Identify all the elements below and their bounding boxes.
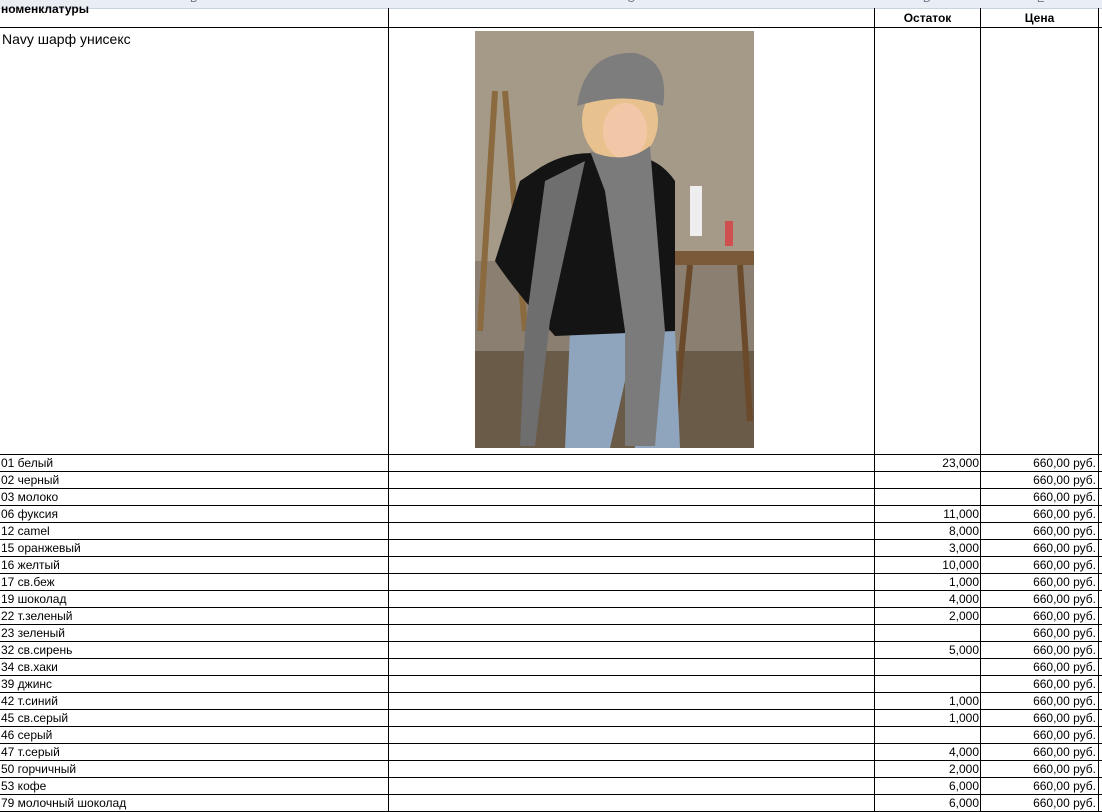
variant-name[interactable]: 02 черный xyxy=(1,472,59,489)
table-row[interactable]: 45 св.серый 1,000 660,00 руб. xyxy=(0,710,1102,727)
variant-name[interactable]: 46 серый xyxy=(1,727,52,744)
variant-name[interactable]: 16 желтый xyxy=(1,557,60,574)
variant-price[interactable]: 660,00 руб. xyxy=(981,710,1096,727)
variant-stock[interactable]: 2,000 xyxy=(875,761,979,778)
column-letter-d[interactable]: D xyxy=(923,0,931,5)
variant-name[interactable]: 15 оранжевый xyxy=(1,540,81,557)
table-row[interactable]: 03 молоко 660,00 руб. xyxy=(0,489,1102,506)
table-row[interactable]: 17 св.беж 1,000 660,00 руб. xyxy=(0,574,1102,591)
variant-name[interactable]: 53 кофе xyxy=(1,778,46,795)
variant-price[interactable]: 660,00 руб. xyxy=(981,778,1096,795)
spreadsheet: B C D E номенклатуры Остаток Цена Navy ш… xyxy=(0,0,1102,812)
variant-name[interactable]: 01 белый xyxy=(1,455,53,472)
product-name[interactable]: Navy шарф унисекс xyxy=(2,31,131,47)
table-row[interactable]: 79 молочный шоколад 6,000 660,00 руб. xyxy=(0,795,1102,812)
variant-stock[interactable]: 23,000 xyxy=(875,455,979,472)
variant-stock[interactable]: 6,000 xyxy=(875,795,979,812)
variant-stock[interactable]: 6,000 xyxy=(875,778,979,795)
variant-name[interactable]: 06 фуксия xyxy=(1,506,58,523)
table-row[interactable]: 53 кофе 6,000 660,00 руб. xyxy=(0,778,1102,795)
variant-stock[interactable]: 3,000 xyxy=(875,540,979,557)
variant-price[interactable]: 660,00 руб. xyxy=(981,727,1096,744)
variant-price[interactable]: 660,00 руб. xyxy=(981,455,1096,472)
variant-stock[interactable]: 1,000 xyxy=(875,710,979,727)
table-row[interactable]: 22 т.зеленый 2,000 660,00 руб. xyxy=(0,608,1102,625)
table-row[interactable]: 01 белый 23,000 660,00 руб. xyxy=(0,455,1102,472)
column-letter-b[interactable]: B xyxy=(190,0,197,5)
variant-price[interactable]: 660,00 руб. xyxy=(981,591,1096,608)
table-row[interactable]: 34 св.хаки 660,00 руб. xyxy=(0,659,1102,676)
variant-stock[interactable]: 1,000 xyxy=(875,574,979,591)
variant-price[interactable]: 660,00 руб. xyxy=(981,557,1096,574)
variant-stock[interactable]: 8,000 xyxy=(875,523,979,540)
variant-name[interactable]: 23 зеленый xyxy=(1,625,65,642)
variant-stock[interactable]: 4,000 xyxy=(875,591,979,608)
table-row[interactable]: 15 оранжевый 3,000 660,00 руб. xyxy=(0,540,1102,557)
variant-stock[interactable]: 4,000 xyxy=(875,744,979,761)
variant-stock[interactable]: 2,000 xyxy=(875,608,979,625)
variant-stock[interactable]: 10,000 xyxy=(875,557,979,574)
header-nomenclature[interactable]: номенклатуры xyxy=(1,2,89,16)
variant-name[interactable]: 34 св.хаки xyxy=(1,659,58,676)
table-row[interactable]: 42 т.синий 1,000 660,00 руб. xyxy=(0,693,1102,710)
variant-price[interactable]: 660,00 руб. xyxy=(981,761,1096,778)
variant-name[interactable]: 79 молочный шоколад xyxy=(1,795,126,812)
variant-price[interactable]: 660,00 руб. xyxy=(981,540,1096,557)
grid-hline xyxy=(0,27,1102,28)
variant-name[interactable]: 39 джинс xyxy=(1,676,52,693)
table-row[interactable]: 12 camel 8,000 660,00 руб. xyxy=(0,523,1102,540)
variant-name[interactable]: 17 св.беж xyxy=(1,574,55,591)
variant-price[interactable]: 660,00 руб. xyxy=(981,659,1096,676)
variant-price[interactable]: 660,00 руб. xyxy=(981,489,1096,506)
variant-name[interactable]: 42 т.синий xyxy=(1,693,58,710)
variant-name[interactable]: 22 т.зеленый xyxy=(1,608,72,625)
variant-name[interactable]: 45 св.серый xyxy=(1,710,68,727)
column-header-strip[interactable]: B C D E xyxy=(0,0,1102,9)
table-row[interactable]: 02 черный 660,00 руб. xyxy=(0,472,1102,489)
column-letter-e[interactable]: E xyxy=(1037,0,1044,5)
variant-name[interactable]: 50 горчичный xyxy=(1,761,76,778)
variant-stock[interactable]: 11,000 xyxy=(875,506,979,523)
header-stock[interactable]: Остаток xyxy=(875,11,980,25)
variant-name[interactable]: 47 т.серый xyxy=(1,744,60,761)
table-row[interactable]: 19 шоколад 4,000 660,00 руб. xyxy=(0,591,1102,608)
table-row[interactable]: 23 зеленый 660,00 руб. xyxy=(0,625,1102,642)
table-row[interactable]: 46 серый 660,00 руб. xyxy=(0,727,1102,744)
variant-price[interactable]: 660,00 руб. xyxy=(981,693,1096,710)
scarf-photo-image xyxy=(475,31,754,448)
variant-price[interactable]: 660,00 руб. xyxy=(981,608,1096,625)
table-row[interactable]: 32 св.сирень 5,000 660,00 руб. xyxy=(0,642,1102,659)
table-row[interactable]: 47 т.серый 4,000 660,00 руб. xyxy=(0,744,1102,761)
variant-price[interactable]: 660,00 руб. xyxy=(981,744,1096,761)
table-row[interactable]: 50 горчичный 2,000 660,00 руб. xyxy=(0,761,1102,778)
variant-stock[interactable]: 1,000 xyxy=(875,693,979,710)
variant-price[interactable]: 660,00 руб. xyxy=(981,472,1096,489)
variant-price[interactable]: 660,00 руб. xyxy=(981,795,1096,812)
variant-price[interactable]: 660,00 руб. xyxy=(981,625,1096,642)
header-price[interactable]: Цена xyxy=(981,11,1098,25)
product-photo[interactable] xyxy=(475,31,754,448)
variant-price[interactable]: 660,00 руб. xyxy=(981,506,1096,523)
column-letter-c[interactable]: C xyxy=(627,0,635,5)
variant-price[interactable]: 660,00 руб. xyxy=(981,676,1096,693)
variant-name[interactable]: 03 молоко xyxy=(1,489,58,506)
variant-stock[interactable]: 5,000 xyxy=(875,642,979,659)
variant-name[interactable]: 32 св.сирень xyxy=(1,642,72,659)
variant-name[interactable]: 12 camel xyxy=(1,523,50,540)
variant-name[interactable]: 19 шоколад xyxy=(1,591,66,608)
variant-price[interactable]: 660,00 руб. xyxy=(981,574,1096,591)
table-row[interactable]: 39 джинс 660,00 руб. xyxy=(0,676,1102,693)
variant-price[interactable]: 660,00 руб. xyxy=(981,642,1096,659)
table-row[interactable]: 06 фуксия 11,000 660,00 руб. xyxy=(0,506,1102,523)
variant-price[interactable]: 660,00 руб. xyxy=(981,523,1096,540)
table-row[interactable]: 16 желтый 10,000 660,00 руб. xyxy=(0,557,1102,574)
